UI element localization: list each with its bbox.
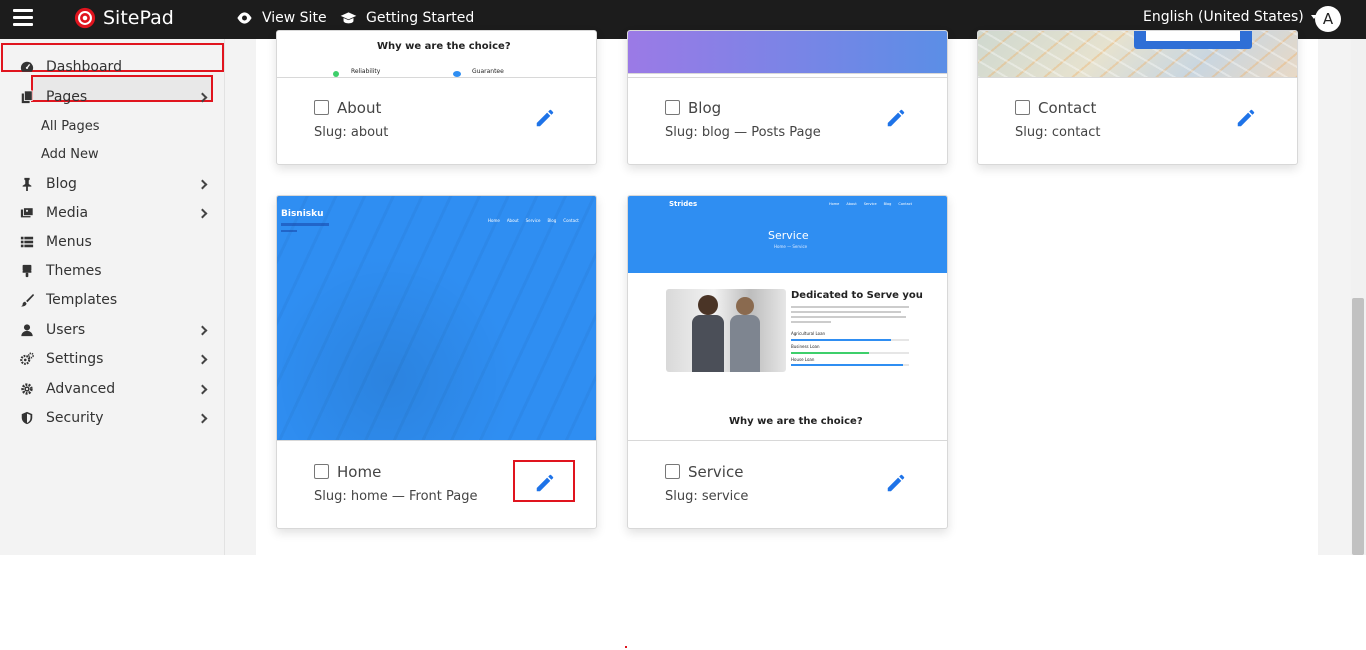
- pencil-icon: [536, 109, 554, 127]
- sidebar-item-settings[interactable]: Settings: [0, 345, 225, 373]
- gears-icon: [19, 352, 34, 367]
- page-thumbnail-service[interactable]: Strides Home About Service Blog Contact …: [628, 196, 947, 441]
- select-checkbox-home[interactable]: [314, 464, 329, 479]
- page-slug: Slug: service: [665, 489, 749, 504]
- sidebar-sub-all-pages[interactable]: All Pages: [41, 119, 100, 134]
- select-checkbox-blog[interactable]: [665, 100, 680, 115]
- chevron-right-icon: [197, 413, 208, 423]
- chevron-right-icon: [197, 92, 208, 102]
- sidebar-item-security[interactable]: Security: [0, 404, 225, 432]
- edit-page-button-contact[interactable]: [1235, 107, 1257, 129]
- eye-icon: [237, 12, 252, 24]
- chevron-right-icon: [197, 384, 208, 394]
- edit-page-button-about[interactable]: [534, 107, 556, 129]
- page-card-contact: Contact Slug: contact: [977, 30, 1298, 165]
- view-site-label: View Site: [262, 10, 327, 26]
- sidebar-item-templates[interactable]: Templates: [0, 286, 225, 314]
- thumb-dot: [333, 71, 339, 77]
- page-thumbnail-home[interactable]: Bisnisku Home About Service Blog Contact: [277, 196, 596, 441]
- thumb-dot: [453, 71, 461, 77]
- page-title[interactable]: About: [337, 99, 381, 117]
- select-checkbox-contact[interactable]: [1015, 100, 1030, 115]
- page-thumbnail-contact[interactable]: [978, 31, 1297, 78]
- paintbrush-icon: [19, 293, 34, 308]
- pages-icon: [19, 90, 34, 105]
- page-slug: Slug: blog — Posts Page: [665, 125, 821, 140]
- sidebar-item-blog[interactable]: Blog: [0, 170, 225, 198]
- shield-icon: [19, 411, 34, 426]
- pencil-icon: [887, 109, 905, 127]
- thumb-nav: Home About Service Blog Contact: [488, 218, 579, 223]
- getting-started-label: Getting Started: [366, 10, 475, 26]
- cursor-marker: [625, 646, 627, 648]
- sidebar-item-dashboard[interactable]: Dashboard: [0, 53, 225, 81]
- page-card-blog: Blog Slug: blog — Posts Page: [627, 30, 948, 165]
- chevron-right-icon: [197, 354, 208, 364]
- chevron-right-icon: [197, 179, 208, 189]
- page-title[interactable]: Contact: [1038, 99, 1096, 117]
- page-card-service: Strides Home About Service Blog Contact …: [627, 195, 948, 529]
- page-title[interactable]: Service: [688, 463, 743, 481]
- user-avatar[interactable]: A: [1315, 6, 1341, 32]
- page-card-about: Why we are the choice? Reliability Guara…: [276, 30, 597, 165]
- language-selector[interactable]: English (United States): [1143, 9, 1317, 25]
- sidebar-item-advanced[interactable]: Advanced: [0, 375, 225, 403]
- menu-list-icon: [19, 235, 34, 250]
- app-name: SitePad: [103, 7, 174, 29]
- sidebar-item-media[interactable]: Media: [0, 199, 225, 227]
- gear-icon: [19, 382, 34, 397]
- scrollbar-thumb[interactable]: [1352, 298, 1364, 555]
- getting-started-link[interactable]: Getting Started: [340, 10, 474, 26]
- edit-button-highlight-box: [513, 460, 575, 502]
- page-slug: Slug: contact: [1015, 125, 1101, 140]
- dashboard-icon: [19, 60, 34, 75]
- sidebar-item-menus[interactable]: Menus: [0, 228, 225, 256]
- user-icon: [19, 323, 34, 338]
- page-title[interactable]: Home: [337, 463, 381, 481]
- language-label: English (United States): [1143, 9, 1304, 25]
- page-title[interactable]: Blog: [688, 99, 721, 117]
- sidebar-sub-add-new[interactable]: Add New: [41, 147, 99, 162]
- chevron-right-icon: [197, 208, 208, 218]
- sidebar-item-themes[interactable]: Themes: [0, 257, 225, 285]
- thumb-nav: Home About Service Blog Contact: [829, 202, 913, 206]
- pin-icon: [19, 177, 34, 192]
- brush-icon: [19, 264, 34, 279]
- select-checkbox-about[interactable]: [314, 100, 329, 115]
- pencil-icon: [887, 474, 905, 492]
- media-icon: [19, 206, 34, 221]
- page-slug: Slug: home — Front Page: [314, 489, 478, 504]
- pencil-icon: [1237, 109, 1255, 127]
- page-thumbnail-blog[interactable]: [628, 31, 947, 74]
- thumb-photo: [666, 289, 786, 372]
- sitepad-logo-icon: [74, 7, 96, 29]
- app-logo[interactable]: SitePad: [74, 6, 174, 30]
- page-thumbnail-about[interactable]: Why we are the choice? Reliability Guara…: [277, 31, 596, 78]
- page-slug: Slug: about: [314, 125, 389, 140]
- view-site-link[interactable]: View Site: [236, 10, 327, 26]
- sidebar-item-pages[interactable]: Pages: [0, 83, 225, 111]
- graduation-cap-icon: [340, 12, 357, 24]
- edit-page-button-blog[interactable]: [885, 107, 907, 129]
- chevron-right-icon: [197, 325, 208, 335]
- sidebar-item-users[interactable]: Users: [0, 316, 225, 344]
- edit-page-button-service[interactable]: [885, 472, 907, 494]
- hamburger-menu-icon[interactable]: [13, 9, 33, 27]
- select-checkbox-service[interactable]: [665, 464, 680, 479]
